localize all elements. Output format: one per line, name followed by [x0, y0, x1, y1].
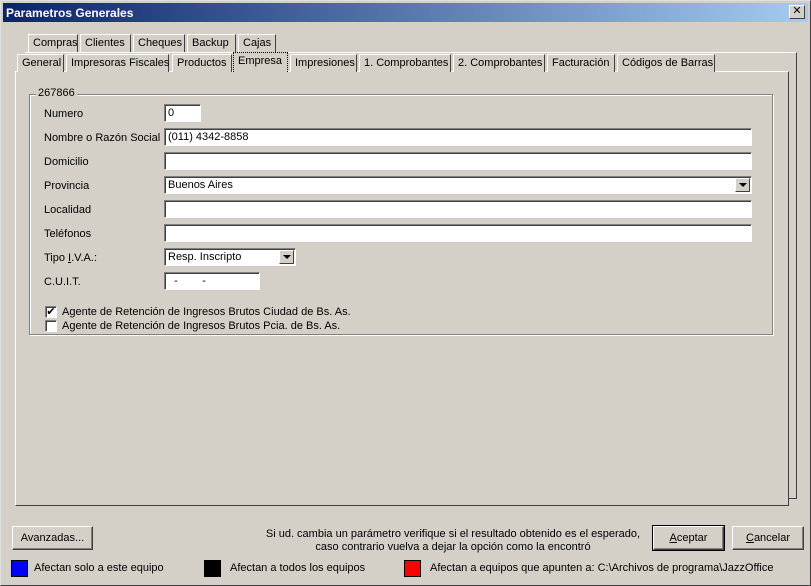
- tab-impresiones[interactable]: Impresiones: [290, 54, 357, 72]
- legend-black-swatch: [204, 560, 221, 577]
- aceptar-button[interactable]: Aceptar: [652, 525, 725, 551]
- avanzadas-button[interactable]: Avanzadas...: [12, 526, 93, 550]
- tab-cheques[interactable]: Cheques: [133, 34, 185, 52]
- nombre-value: (011) 4342-8858: [168, 131, 249, 143]
- tab-productos[interactable]: Productos: [172, 54, 232, 72]
- tab-label: Códigos de Barras: [622, 57, 714, 69]
- tab-label: Clientes: [85, 37, 125, 49]
- tipo-iva-select[interactable]: Resp. Inscripto: [164, 248, 296, 266]
- tab-clientes[interactable]: Clientes: [80, 34, 131, 52]
- tab-general[interactable]: General: [17, 54, 64, 72]
- tab-cajas[interactable]: Cajas: [238, 34, 276, 52]
- tab-label: Productos: [177, 57, 227, 69]
- tab-codigos-de-barras[interactable]: Códigos de Barras: [617, 54, 715, 72]
- nombre-label: Nombre o Razón Social: [44, 132, 161, 144]
- checkbox-retencion-ciudad-label: Agente de Retención de Ingresos Brutos C…: [62, 306, 351, 318]
- info-message: Si ud. cambia un parámetro verifique si …: [263, 528, 643, 554]
- tab-facturacion[interactable]: Facturación: [547, 54, 615, 72]
- tipo-iva-label-post: .V.A.:: [71, 252, 97, 264]
- tab-label: Impresiones: [295, 57, 355, 69]
- tab-label: 1. Comprobantes: [364, 57, 449, 69]
- checkbox-retencion-ciudad[interactable]: ✔: [45, 306, 57, 318]
- title-bar[interactable]: Parametros Generales ✕: [3, 3, 808, 22]
- chevron-down-icon[interactable]: [735, 178, 750, 192]
- aceptar-label: ceptar: [676, 532, 708, 544]
- dialog-window: Parametros Generales ✕ Compras Clientes …: [0, 0, 811, 586]
- avanzadas-label: Avanzadas...: [20, 532, 85, 544]
- provincia-value: Buenos Aires: [168, 179, 233, 191]
- localidad-label: Localidad: [44, 204, 92, 216]
- tab-label: Cajas: [243, 37, 272, 49]
- checkbox-retencion-pcia-label: Agente de Retención de Ingresos Brutos P…: [62, 320, 341, 332]
- tab-backup[interactable]: Backup: [187, 34, 236, 52]
- tab-2-comprobantes[interactable]: 2. Comprobantes: [453, 54, 545, 72]
- provincia-select[interactable]: Buenos Aires: [164, 176, 752, 194]
- cancelar-button[interactable]: Cancelar: [732, 526, 804, 550]
- telefonos-input[interactable]: [164, 224, 752, 242]
- tab-1-comprobantes[interactable]: 1. Comprobantes: [359, 54, 451, 72]
- telefonos-label: Teléfonos: [44, 228, 92, 240]
- numero-input[interactable]: 0: [164, 104, 201, 122]
- tab-label: Impresoras Fiscales: [71, 57, 170, 69]
- tab-compras[interactable]: Compras: [28, 34, 78, 52]
- chevron-down-icon[interactable]: [279, 250, 294, 264]
- tipo-iva-label-pre: Tipo: [44, 252, 69, 264]
- check-icon: ✔: [46, 306, 56, 318]
- tab-label: Compras: [33, 37, 78, 49]
- numero-label: Numero: [44, 108, 84, 120]
- legend-blue-label: Afectan solo a este equipo: [34, 562, 164, 574]
- domicilio-label: Domicilio: [44, 156, 89, 168]
- tipo-iva-label: Tipo I.V.A.:: [44, 252, 97, 264]
- aceptar-hotkey: A: [669, 532, 677, 544]
- info-message-line2: caso contrario vuelva a dejar la opción …: [315, 541, 591, 553]
- tab-label: 2. Comprobantes: [458, 57, 543, 69]
- numero-value: 0: [168, 107, 175, 119]
- close-icon: ✕: [792, 5, 802, 17]
- window-title: Parametros Generales: [6, 6, 134, 20]
- group-title: 267866: [36, 87, 77, 99]
- cuit-label: C.U.I.T.: [44, 276, 81, 288]
- info-message-line1: Si ud. cambia un parámetro verifique si …: [265, 528, 641, 540]
- nombre-input[interactable]: (011) 4342-8858: [164, 128, 752, 146]
- localidad-input[interactable]: [164, 200, 752, 218]
- tab-empresa[interactable]: Empresa: [233, 52, 288, 72]
- tab-label: Facturación: [552, 57, 610, 69]
- close-button[interactable]: ✕: [789, 5, 805, 19]
- tab-label: Backup: [192, 37, 229, 49]
- legend-red-swatch: [404, 560, 421, 577]
- cancelar-label: ancelar: [753, 532, 791, 544]
- tab-label: Empresa: [238, 55, 283, 67]
- legend-red-label: Afectan a equipos que apunten a: C:\Arch…: [430, 562, 774, 574]
- tab-impresoras-fiscales[interactable]: Impresoras Fiscales: [66, 54, 169, 72]
- tab-label: Cheques: [138, 37, 183, 49]
- cuit-input[interactable]: - -: [164, 272, 260, 290]
- provincia-label: Provincia: [44, 180, 90, 192]
- cancelar-hotkey: C: [745, 532, 754, 544]
- cuit-value: - -: [168, 275, 206, 287]
- domicilio-input[interactable]: [164, 152, 752, 170]
- tipo-iva-value: Resp. Inscripto: [168, 251, 242, 263]
- legend-black-label: Afectan a todos los equipos: [230, 562, 366, 574]
- tab-label: General: [22, 57, 62, 69]
- legend-blue-swatch: [11, 560, 28, 577]
- checkbox-retencion-pcia[interactable]: [45, 320, 57, 332]
